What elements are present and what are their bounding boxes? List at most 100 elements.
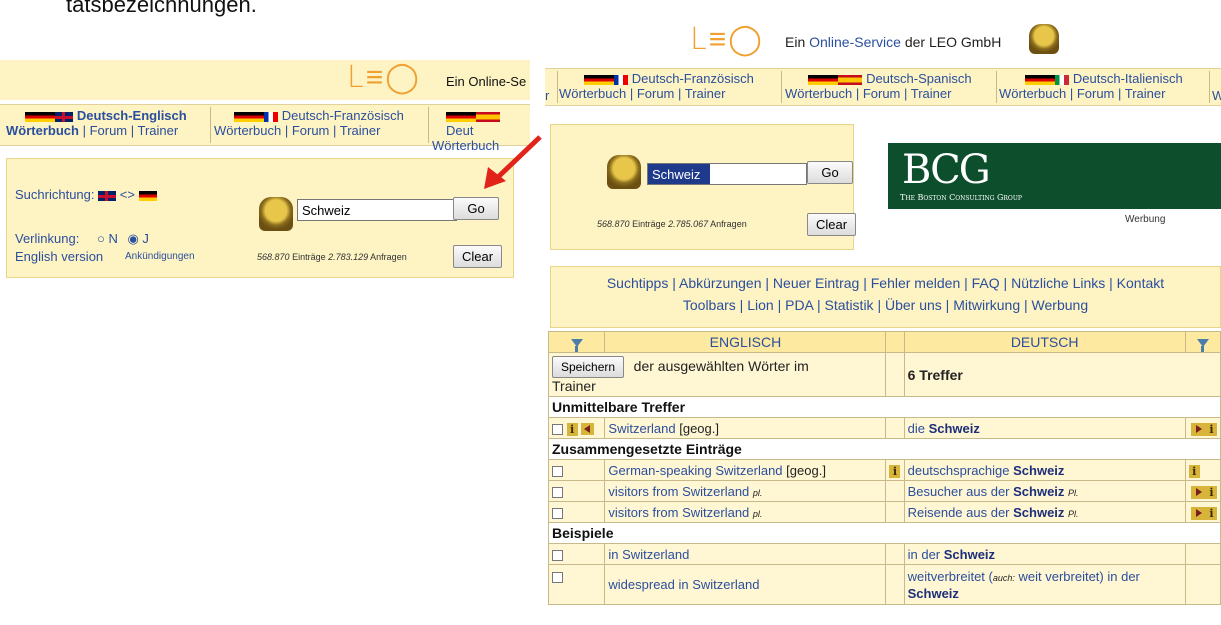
save-button[interactable]: Speichern — [552, 355, 625, 378]
filter-de-cell[interactable] — [1184, 331, 1221, 353]
entry-en[interactable]: in Switzerland — [608, 547, 689, 562]
radio-n[interactable]: ○ — [97, 231, 105, 246]
go-button[interactable]: Go — [453, 197, 499, 220]
section-title: Unmittelbare Treffer — [548, 396, 1221, 418]
tab-deutsch-franzoesisch[interactable]: Deutsch-Französisch Wörterbuch | Forum |… — [214, 108, 424, 138]
nav-lion[interactable]: Lion — [747, 297, 773, 313]
table-row: widespread in Switzerland weitverbreitet… — [547, 564, 1221, 605]
entry-de[interactable]: Besucher aus der — [908, 484, 1014, 499]
link-forum[interactable]: Forum — [292, 123, 330, 138]
entry-de-keyword[interactable]: Schweiz — [1013, 505, 1064, 520]
nav-kontakt[interactable]: Kontakt — [1117, 275, 1164, 291]
entry-tag: Pl. — [1068, 508, 1079, 519]
row-checkbox[interactable] — [552, 423, 563, 435]
entry-en[interactable]: German-speaking Switzerland — [608, 463, 782, 478]
entry-en[interactable]: visitors from Switzerland — [608, 484, 749, 499]
entry-de[interactable]: weitverbreitet ( — [908, 569, 993, 584]
link-trainer[interactable]: Trainer — [340, 123, 381, 138]
filter-icon[interactable] — [570, 339, 583, 353]
radio-j[interactable]: ◉ — [127, 231, 138, 246]
nav-neuer-eintrag[interactable]: Neuer Eintrag — [773, 275, 859, 291]
english-version-link[interactable]: English version — [15, 249, 103, 264]
stats-entries-label: Einträge — [292, 252, 326, 262]
speaker-icon[interactable] — [1191, 485, 1206, 499]
left-header-link[interactable]: Ein Online-Se — [446, 74, 526, 89]
flag-de-icon — [234, 111, 265, 122]
link-trainer[interactable]: Trainer — [138, 123, 179, 138]
bcg-ad-banner[interactable]: BCG The Boston Consulting Group — [888, 143, 1221, 209]
info-icon[interactable]: i — [1206, 506, 1217, 520]
search-input[interactable] — [647, 163, 807, 185]
link-trainer[interactable]: Trainer — [685, 86, 726, 101]
entry-tag: [geog.] — [786, 462, 826, 478]
entry-en[interactable]: Switzerland — [608, 421, 675, 436]
nav-abkuerzungen[interactable]: Abkürzungen — [679, 275, 762, 291]
link-woerterbuch[interactable]: Wörterbuch — [999, 86, 1066, 101]
online-service-link[interactable]: Online-Service — [809, 34, 901, 50]
link-woerterbuch[interactable]: Wörterbuch — [785, 86, 852, 101]
entry-de-keyword[interactable]: Schweiz — [908, 586, 959, 601]
nav-mitwirkung[interactable]: Mitwirkung — [953, 297, 1020, 313]
entry-de[interactable]: deutschsprachige — [908, 463, 1014, 478]
entry-de-keyword[interactable]: Schweiz — [929, 421, 980, 436]
speaker-icon[interactable] — [1191, 422, 1206, 436]
entry-de[interactable]: die — [908, 421, 929, 436]
section-title: Beispiele — [548, 522, 1221, 544]
row-checkbox[interactable] — [552, 507, 563, 519]
nav-pda[interactable]: PDA — [785, 297, 813, 313]
nav-nuetzliche-links[interactable]: Nützliche Links — [1011, 275, 1105, 291]
row-checkbox[interactable] — [552, 486, 563, 498]
link-forum[interactable]: Forum — [90, 123, 128, 138]
info-icon[interactable]: i — [889, 464, 901, 478]
link-forum[interactable]: Forum — [637, 86, 675, 101]
search-input[interactable] — [297, 199, 457, 221]
speaker-icon[interactable] — [581, 423, 595, 436]
link-forum[interactable]: Forum — [1077, 86, 1115, 101]
nav-suchtipps[interactable]: Suchtipps — [607, 275, 668, 291]
row-checkbox[interactable] — [552, 572, 563, 584]
tab-deutsch-franzoesisch[interactable]: Deutsch-Französisch Wörterbuch | Forum |… — [559, 71, 779, 101]
leo-logo: L≡◯ — [690, 22, 764, 57]
nav-ueber-uns[interactable]: Über uns — [885, 297, 942, 313]
entry-de-keyword[interactable]: Schweiz — [1013, 463, 1064, 478]
row-checkbox[interactable] — [552, 465, 563, 477]
entry-en[interactable]: widespread in Switzerland — [608, 577, 759, 592]
info-icon[interactable]: i — [1188, 464, 1200, 478]
search-direction[interactable]: Suchrichtung: <> — [15, 187, 157, 202]
link-woerterbuch[interactable]: Wörterbuch — [559, 86, 626, 101]
go-button[interactable]: Go — [807, 161, 853, 184]
info-icon[interactable]: i — [566, 422, 578, 436]
nav-toolbars[interactable]: Toolbars — [683, 297, 736, 313]
entry-en[interactable]: visitors from Switzerland — [608, 505, 749, 520]
info-icon[interactable]: i — [1206, 422, 1217, 436]
nav-werbung[interactable]: Werbung — [1032, 297, 1089, 313]
clear-button[interactable]: Clear — [807, 213, 857, 236]
announcements-link[interactable]: Ankündigungen — [125, 251, 195, 262]
entry-de[interactable]: in der — [908, 547, 944, 562]
tab-label: Deut — [446, 123, 474, 138]
clear-button[interactable]: Clear — [453, 245, 503, 268]
tab-label: Deutsch-Englisch — [76, 108, 187, 123]
tab-deutsch-italienisch[interactable]: Deutsch-Italienisch Wörterbuch | Forum |… — [999, 71, 1209, 101]
link-trainer[interactable]: Trainer — [1125, 86, 1166, 101]
link-forum[interactable]: Forum — [863, 86, 901, 101]
nav-faq[interactable]: FAQ — [972, 275, 1000, 291]
tab-deutsch-englisch[interactable]: Deutsch-Englisch Wörterbuch | Forum | Tr… — [6, 108, 206, 138]
info-icon[interactable]: i — [1206, 485, 1217, 499]
speaker-icon[interactable] — [1191, 506, 1206, 520]
tab-deutsch-spanisch[interactable]: Deutsch-Spanisch Wörterbuch | Forum | Tr… — [785, 71, 995, 101]
nav-statistik[interactable]: Statistik — [825, 297, 874, 313]
entry-de[interactable]: Reisende aus der — [908, 505, 1014, 520]
entry-de-keyword[interactable]: Schweiz — [944, 547, 995, 562]
entry-de-mid[interactable]: weit verbreitet) in der — [1015, 569, 1140, 584]
filter-icon[interactable] — [1196, 339, 1209, 353]
section-header: Beispiele — [548, 522, 1221, 544]
row-checkbox[interactable] — [552, 549, 563, 561]
entry-de-keyword[interactable]: Schweiz — [1013, 484, 1064, 499]
filter-en-cell[interactable] — [547, 331, 606, 353]
lion-mascot-icon — [607, 155, 641, 189]
link-trainer[interactable]: Trainer — [911, 86, 952, 101]
link-woerterbuch[interactable]: Wörterbuch — [214, 123, 281, 138]
nav-fehler-melden[interactable]: Fehler melden — [871, 275, 961, 291]
link-woerterbuch[interactable]: Wörterbuch — [6, 123, 79, 138]
